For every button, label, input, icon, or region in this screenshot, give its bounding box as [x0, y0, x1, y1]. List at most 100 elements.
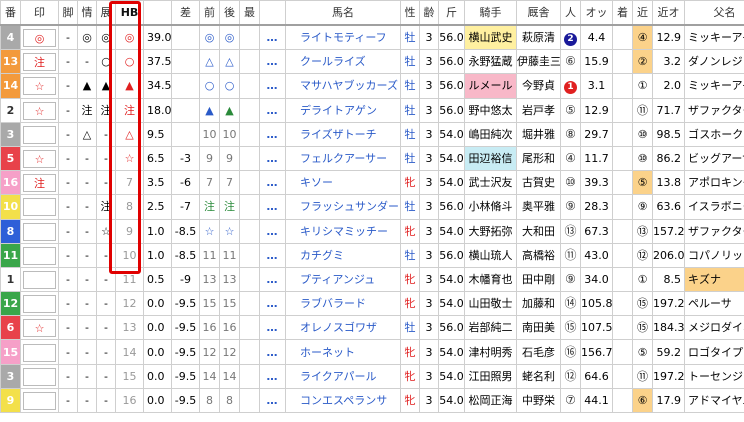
mark-select[interactable]: [23, 125, 56, 144]
header-cell[interactable]: 齢: [419, 0, 439, 26]
horse-name-link[interactable]: クールライズ: [285, 49, 401, 75]
horse-name-link[interactable]: プティアンジュ: [285, 266, 401, 293]
mark-select[interactable]: ◎: [23, 29, 56, 48]
mark-select[interactable]: ☆: [23, 101, 56, 120]
mark-cell[interactable]: ☆: [20, 73, 59, 99]
mark-cell[interactable]: [20, 291, 59, 317]
header-cell[interactable]: 父名: [684, 0, 744, 26]
mark-cell[interactable]: [20, 339, 59, 365]
header-cell[interactable]: [259, 0, 286, 26]
mark-cell[interactable]: [20, 218, 59, 244]
mark-select[interactable]: 注: [23, 174, 56, 193]
detail-dots-link[interactable]: …: [259, 266, 286, 293]
mark-select[interactable]: [23, 391, 56, 410]
detail-dots-link[interactable]: …: [259, 24, 286, 51]
header-cell[interactable]: 人: [560, 0, 581, 26]
horse-name-link[interactable]: コンエスペランサ: [285, 387, 401, 414]
horse-name-link[interactable]: フラッシュサンダー: [285, 194, 401, 220]
mark-select[interactable]: ☆: [23, 77, 56, 96]
detail-dots-link[interactable]: …: [259, 121, 286, 147]
mark-select[interactable]: ☆: [23, 150, 56, 169]
tenkai-mark-cell: -: [96, 266, 116, 293]
header-cell[interactable]: 印: [20, 0, 59, 26]
detail-dots-link[interactable]: …: [259, 145, 286, 172]
header-cell[interactable]: 着: [612, 0, 633, 26]
header-cell[interactable]: 後: [219, 0, 240, 26]
header-cell[interactable]: 斤: [438, 0, 465, 26]
detail-dots-link[interactable]: …: [259, 339, 286, 365]
mark-cell[interactable]: ◎: [20, 24, 59, 51]
header-cell[interactable]: 差: [171, 0, 200, 26]
horse-name-link[interactable]: デライトアゲン: [285, 97, 401, 123]
horse-name-link[interactable]: フェルクアーサー: [285, 145, 401, 172]
diff-cell: -9.5: [171, 387, 200, 414]
detail-dots-link[interactable]: …: [259, 242, 286, 268]
detail-dots-link[interactable]: …: [259, 387, 286, 414]
popularity-ring-icon: ⑪: [564, 247, 577, 262]
mark-select[interactable]: [23, 246, 56, 265]
header-cell[interactable]: 性: [400, 0, 420, 26]
header-cell[interactable]: 厩舎: [516, 0, 561, 26]
header-cell[interactable]: 馬名: [285, 0, 401, 26]
mark-select[interactable]: [23, 367, 56, 386]
horse-name-link[interactable]: オレノスゴワザ: [285, 315, 401, 341]
horse-name-link[interactable]: キリシマミッチー: [285, 218, 401, 244]
mark-select[interactable]: [23, 343, 56, 362]
header-cell[interactable]: 情: [77, 0, 97, 26]
horse-name-link[interactable]: ライクアパール: [285, 363, 401, 389]
header-cell[interactable]: 近オ: [652, 0, 685, 26]
horse-name-link[interactable]: ライトモティーフ: [285, 24, 401, 51]
info-mark-cell: -: [77, 315, 97, 341]
mark-cell[interactable]: [20, 121, 59, 147]
mark-select[interactable]: [23, 295, 56, 314]
mark-cell[interactable]: ☆: [20, 97, 59, 123]
horse-name-link[interactable]: ラブバラード: [285, 291, 401, 317]
mark-select[interactable]: [23, 222, 56, 241]
header-cell[interactable]: 脚: [58, 0, 78, 26]
horse-name-link[interactable]: カチグミ: [285, 242, 401, 268]
mark-select[interactable]: [23, 198, 56, 217]
mark-select[interactable]: 注: [23, 53, 56, 72]
mark-cell[interactable]: 注: [20, 49, 59, 75]
popularity-cell: 2: [560, 24, 581, 51]
sire-cell: ミッキーアイル: [684, 73, 744, 99]
mark-cell[interactable]: [20, 363, 59, 389]
header-cell[interactable]: HB: [115, 0, 144, 26]
table-row: 16 注 - - -7 3.5 -6 7 7… キソー牝 3 54.0 武士沢友 古賀史 ⑩ 39.3 ⑤ 13.…: [0, 170, 744, 196]
mark-select[interactable]: [23, 270, 56, 289]
header-cell[interactable]: [143, 0, 172, 26]
detail-dots-link[interactable]: …: [259, 363, 286, 389]
horse-name-link[interactable]: ライズザトーチ: [285, 121, 401, 147]
mark-cell[interactable]: [20, 266, 59, 293]
header-cell[interactable]: オッ: [580, 0, 613, 26]
header-cell[interactable]: 最: [239, 0, 260, 26]
header-cell[interactable]: 展: [96, 0, 116, 26]
tenkai-mark-cell: -: [96, 291, 116, 317]
popularity-ring-icon: ⑦: [565, 392, 576, 407]
detail-dots-link[interactable]: …: [259, 218, 286, 244]
mark-cell[interactable]: 注: [20, 170, 59, 196]
mark-cell[interactable]: [20, 194, 59, 220]
horse-name-link[interactable]: キソー: [285, 170, 401, 196]
post-number-cell: 15: [0, 339, 21, 365]
diff-cell: -9.5: [171, 339, 200, 365]
detail-dots-link[interactable]: …: [259, 291, 286, 317]
horse-name-link[interactable]: ホーネット: [285, 339, 401, 365]
header-cell[interactable]: 前: [199, 0, 220, 26]
header-cell[interactable]: 番: [0, 0, 21, 26]
recent-odds-cell: 2.0: [652, 73, 685, 99]
mark-cell[interactable]: ☆: [20, 315, 59, 341]
detail-dots-link[interactable]: …: [259, 97, 286, 123]
mark-cell[interactable]: ☆: [20, 145, 59, 172]
mark-select[interactable]: ☆: [23, 319, 56, 338]
detail-dots-link[interactable]: …: [259, 73, 286, 99]
detail-dots-link[interactable]: …: [259, 194, 286, 220]
mark-cell[interactable]: [20, 387, 59, 414]
horse-name-link[interactable]: マサハヤブッカーズ: [285, 73, 401, 99]
header-cell[interactable]: 騎手: [464, 0, 517, 26]
detail-dots-link[interactable]: …: [259, 170, 286, 196]
header-cell[interactable]: 近: [632, 0, 653, 26]
detail-dots-link[interactable]: …: [259, 315, 286, 341]
mark-cell[interactable]: [20, 242, 59, 268]
detail-dots-link[interactable]: …: [259, 49, 286, 75]
